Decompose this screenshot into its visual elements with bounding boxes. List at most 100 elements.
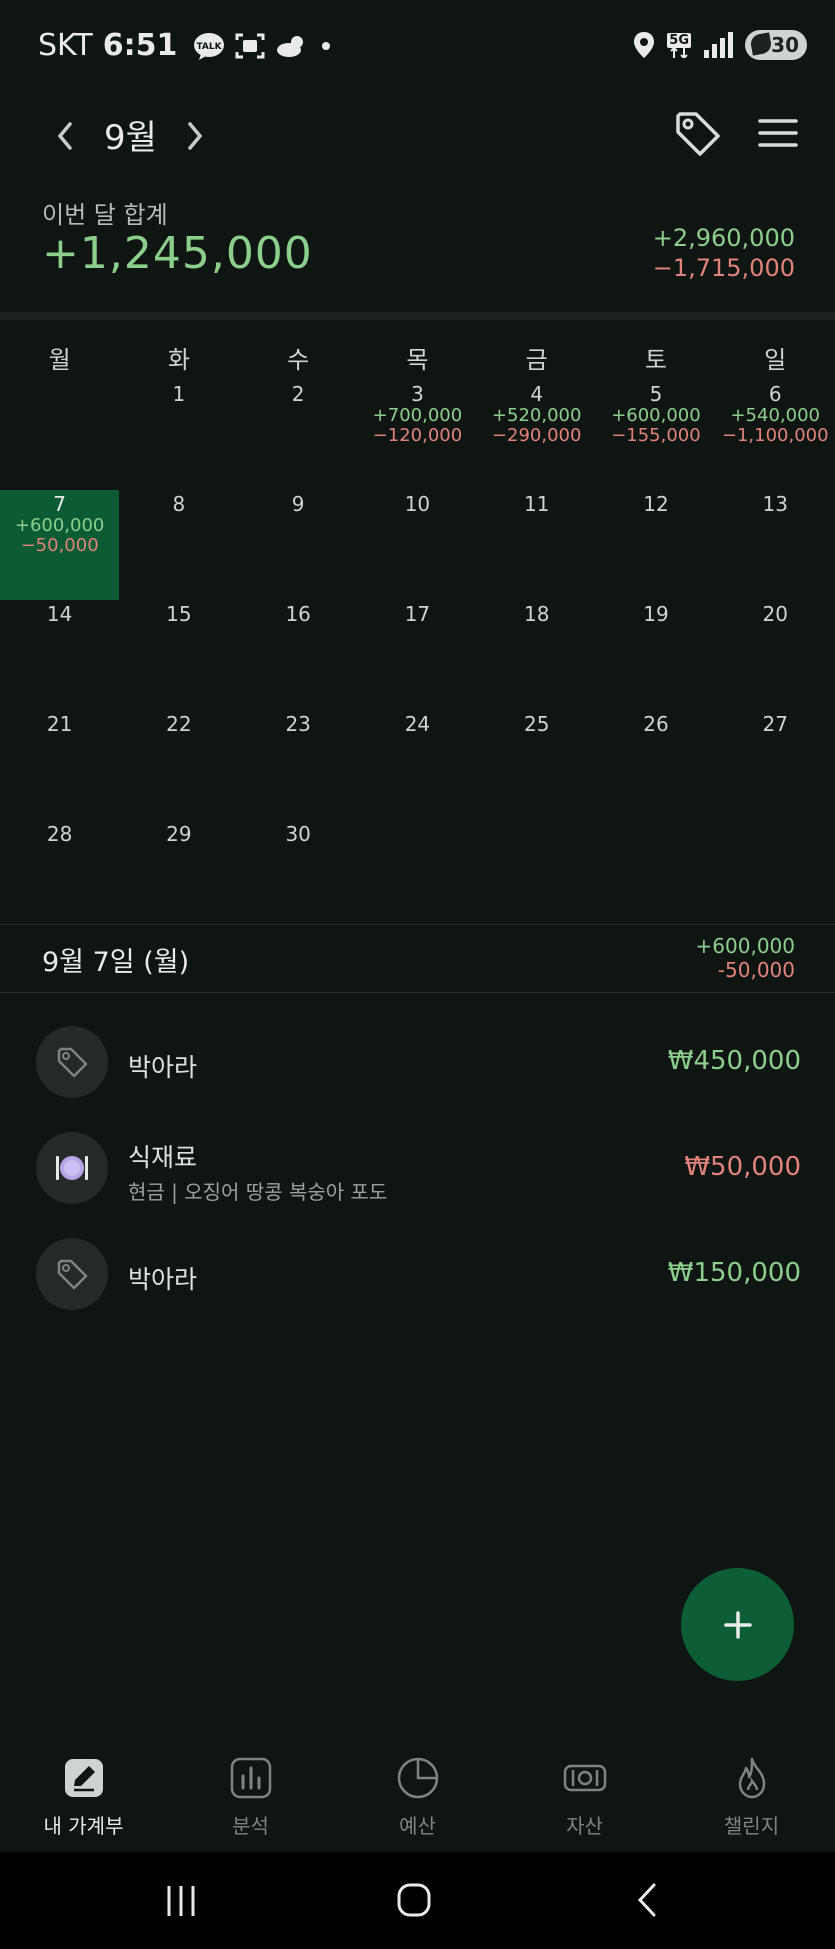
weather-icon [275,32,309,60]
month-title[interactable]: 9월 [104,110,157,159]
day-number [716,820,835,822]
day-number: 11 [523,492,550,516]
network-label: 5G [667,32,691,48]
transaction-memo: 현금 | 오징어 땅콩 복숭아 포도 [128,1180,388,1204]
chevron-left-icon [57,122,72,150]
day-number: 16 [285,602,311,626]
calendar-empty-cell [0,380,119,490]
calendar-day[interactable]: 3 +700,000 −120,000 [358,380,477,490]
day-number: 4 [530,382,544,406]
day-number [477,820,596,822]
nav-challenge[interactable]: 챌린지 [668,1740,835,1850]
day-number: 13 [762,492,788,516]
calendar-day[interactable]: 29 [119,820,238,930]
calendar-day[interactable]: 20 [716,600,835,710]
calendar-day[interactable]: 25 [477,710,596,820]
calendar-day[interactable]: 9 [239,490,358,600]
clock: 6:51 [102,28,178,63]
day-number: 22 [166,712,192,736]
menu-button[interactable] [756,116,800,150]
day-number [596,820,715,822]
calendar-day[interactable]: 28 [0,820,119,930]
transaction-row[interactable]: 박아라 ₩450,000 [0,1012,835,1112]
calendar-week: 7 +600,000 −50,000 8 9 10 11 12 13 [0,490,835,600]
status-right: 5G 30 [633,30,807,60]
network-icon: 5G [667,32,691,58]
next-month-button[interactable] [180,118,210,154]
weekday-label: 월 [48,346,71,374]
calendar-day[interactable]: 12 [596,490,715,600]
calendar-day[interactable]: 24 [358,710,477,820]
add-transaction-button[interactable] [681,1568,794,1681]
calendar-day[interactable]: 5 +600,000 −155,000 [596,380,715,490]
home-button[interactable] [396,1882,432,1922]
calendar-day[interactable]: 10 [358,490,477,600]
nav-budget[interactable]: 예산 [334,1740,501,1850]
calendar-day[interactable]: 17 [358,600,477,710]
calendar-day[interactable]: 8 [119,490,238,600]
ledger-icon [64,1759,103,1797]
back-button[interactable] [634,1882,660,1922]
calendar-day[interactable]: 23 [239,710,358,820]
system-navigation-bar [0,1852,835,1949]
day-number: 1 [172,382,186,406]
calendar-day[interactable]: 6 +540,000 −1,100,000 [716,380,835,490]
status-bar: SKT 6:51 TALK 5G 30 [0,0,835,92]
day-expense: −120,000 [372,425,463,446]
dining-icon [36,1132,108,1204]
transaction-row[interactable]: 박아라 ₩150,000 [0,1224,835,1324]
nav-label: 챌린지 [723,1814,780,1838]
calendar-day[interactable]: 18 [477,600,596,710]
calendar-day[interactable]: 21 [0,710,119,820]
recent-apps-button[interactable] [164,1884,198,1922]
calendar-day[interactable]: 15 [119,600,238,710]
day-number: 5 [649,382,663,406]
transaction-row[interactable]: 식재료 현금 | 오징어 땅콩 복숭아 포도 ₩50,000 [0,1118,835,1218]
selected-day-income: +600,000 [695,934,795,958]
weekday-label: 토 [644,346,667,374]
calendar-day[interactable]: 13 [716,490,835,600]
chevron-right-icon [188,122,203,150]
nav-assets[interactable]: 자산 [501,1740,668,1850]
day-number: 29 [166,822,192,846]
weekday-label: 화 [167,346,190,374]
day-income: +600,000 [611,405,701,426]
calendar-day[interactable]: 19 [596,600,715,710]
calendar-day[interactable]: 16 [239,600,358,710]
calendar-day[interactable]: 27 [716,710,835,820]
location-icon [633,31,655,59]
previous-month-button[interactable] [50,118,80,154]
calendar-day[interactable]: 26 [596,710,715,820]
selected-day-expense: -50,000 [717,958,795,982]
summary-income: +2,960,000 [652,224,795,252]
nav-label: 내 가계부 [43,1814,124,1838]
calendar-day[interactable]: 11 [477,490,596,600]
tag-icon [36,1026,108,1098]
transaction-name: 박아라 [128,1265,198,1294]
tag-button[interactable] [672,108,722,158]
day-income: +700,000 [372,405,463,426]
transaction-name: 식재료 [128,1143,198,1172]
calendar-day[interactable]: 1 [119,380,238,490]
day-number: 14 [46,602,73,626]
day-number: 20 [762,602,788,626]
calendar-day[interactable]: 4 +520,000 −290,000 [477,380,596,490]
recent-apps-icon [167,1886,195,1916]
nav-ledger[interactable]: 내 가계부 [0,1740,167,1850]
calendar-weeks: 1 2 3 +700,000 −120,000 4 +520,000 −290,000 5 +60… [0,380,835,930]
day-number: 21 [46,712,73,736]
day-number: 27 [762,712,788,736]
transaction-amount: ₩450,000 [667,1046,801,1076]
calendar-day[interactable]: 30 [239,820,358,930]
calendar-day[interactable]: 22 [119,710,238,820]
selected-day-title: 9월 7일 (월) [42,947,190,978]
calendar-day[interactable]: 2 [239,380,358,490]
home-icon [397,1883,431,1917]
calendar-day[interactable]: 14 [0,600,119,710]
transaction-name: 박아라 [128,1053,198,1082]
calendar-day[interactable]: 7 +600,000 −50,000 [0,490,120,600]
svg-text:TALK: TALK [197,42,223,52]
signal-icon [703,32,733,58]
nav-analysis[interactable]: 분석 [167,1740,334,1850]
transaction-amount: ₩50,000 [684,1152,801,1182]
